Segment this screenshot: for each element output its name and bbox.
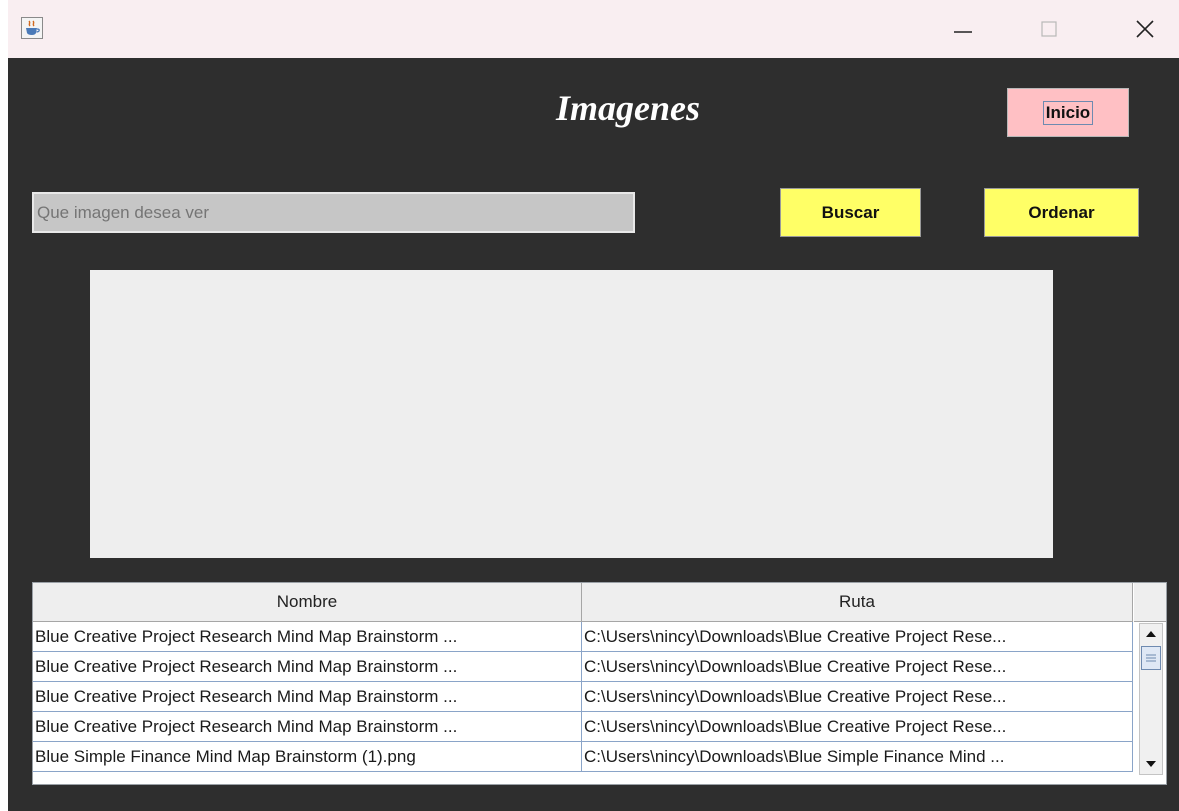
vertical-scrollbar[interactable] xyxy=(1139,623,1163,775)
maximize-icon xyxy=(1041,21,1057,37)
cell-ruta[interactable]: C:\Users\nincy\Downloads\Blue Creative P… xyxy=(582,652,1133,681)
ordenar-button[interactable]: Ordenar xyxy=(984,188,1139,237)
column-header-ruta[interactable]: Ruta xyxy=(582,583,1133,622)
close-icon xyxy=(1136,20,1154,38)
cell-nombre[interactable]: Blue Creative Project Research Mind Map … xyxy=(33,652,582,681)
title-bar xyxy=(8,0,1179,58)
page-title: Imagenes xyxy=(556,88,700,128)
cell-nombre[interactable]: Blue Creative Project Research Mind Map … xyxy=(33,712,582,741)
arrow-up-icon xyxy=(1146,631,1156,637)
cell-ruta[interactable]: C:\Users\nincy\Downloads\Blue Simple Fin… xyxy=(582,742,1133,771)
table-header: Nombre Ruta xyxy=(33,583,1133,622)
minimize-icon xyxy=(954,31,972,33)
scroll-thumb[interactable] xyxy=(1141,646,1161,670)
buscar-button[interactable]: Buscar xyxy=(780,188,921,237)
table-row[interactable]: Blue Creative Project Research Mind Map … xyxy=(33,622,1133,652)
minimize-button[interactable] xyxy=(943,14,983,44)
image-preview-panel xyxy=(90,270,1053,558)
cell-ruta[interactable]: C:\Users\nincy\Downloads\Blue Creative P… xyxy=(582,712,1133,741)
images-table: Nombre Ruta Blue Creative Project Resear… xyxy=(32,582,1167,785)
cell-nombre[interactable]: Blue Simple Finance Mind Map Brainstorm … xyxy=(33,742,582,771)
cell-nombre[interactable]: Blue Creative Project Research Mind Map … xyxy=(33,682,582,711)
app-window: Imagenes Inicio Buscar Ordenar Nombre Ru… xyxy=(8,0,1179,811)
table-header-corner xyxy=(1134,583,1166,622)
table-row[interactable]: Blue Creative Project Research Mind Map … xyxy=(33,682,1133,712)
maximize-button[interactable] xyxy=(1029,14,1069,44)
inicio-button-label: Inicio xyxy=(1042,100,1094,125)
cell-ruta[interactable]: C:\Users\nincy\Downloads\Blue Creative P… xyxy=(582,682,1133,711)
grip-lines-icon xyxy=(1146,654,1156,662)
cell-nombre[interactable]: Blue Creative Project Research Mind Map … xyxy=(33,622,582,651)
search-input[interactable] xyxy=(32,192,635,233)
table-row[interactable]: Blue Creative Project Research Mind Map … xyxy=(33,712,1133,742)
inicio-button[interactable]: Inicio xyxy=(1007,88,1129,137)
table-row[interactable]: Blue Creative Project Research Mind Map … xyxy=(33,652,1133,682)
table-row[interactable]: Blue Simple Finance Mind Map Brainstorm … xyxy=(33,742,1133,772)
column-header-nombre[interactable]: Nombre xyxy=(33,583,582,622)
java-coffee-cup-icon[interactable] xyxy=(21,17,43,39)
cell-ruta[interactable]: C:\Users\nincy\Downloads\Blue Creative P… xyxy=(582,622,1133,651)
scroll-up-button[interactable] xyxy=(1140,624,1162,644)
arrow-down-icon xyxy=(1146,761,1156,767)
close-button[interactable] xyxy=(1125,14,1165,44)
table-body: Blue Creative Project Research Mind Map … xyxy=(33,622,1133,772)
scroll-down-button[interactable] xyxy=(1140,754,1162,774)
